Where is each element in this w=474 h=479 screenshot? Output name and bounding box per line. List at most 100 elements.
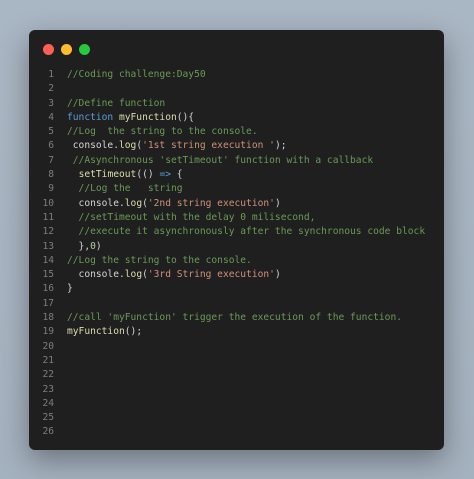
line-number: 21: [42, 354, 54, 366]
code-token-plain: }: [67, 283, 73, 295]
code-token-comment: //Log the string: [67, 183, 183, 195]
line-number: 25: [42, 412, 54, 424]
code-line: 12 //execute it asynchronously after the…: [29, 225, 444, 239]
code-token-plain: console.: [67, 197, 125, 209]
window-controls: [43, 44, 90, 55]
code-line: 10 console.log('2nd string execution'): [29, 197, 444, 211]
code-token-string: '3rd String execution': [147, 269, 275, 281]
line-number: 19: [42, 326, 54, 338]
code-token-plain: },: [67, 240, 91, 252]
code-line: 23: [29, 383, 444, 397]
line-number: 3: [48, 97, 54, 109]
code-text: //Define function: [67, 97, 165, 111]
code-line: 1 //Coding challenge:Day50: [29, 68, 444, 82]
code-line: 2: [29, 82, 444, 96]
code-line: 16}: [29, 282, 444, 296]
code-line: 24: [29, 397, 444, 411]
code-text: //Log the string: [67, 182, 183, 196]
line-number: 23: [42, 383, 54, 395]
code-text: myFunction();: [67, 325, 142, 339]
code-token-keyword: function: [67, 111, 119, 123]
code-text: console.log('1st string execution ');: [67, 139, 287, 153]
code-line: 6 console.log('1st string execution ');: [29, 139, 444, 153]
line-number: 26: [42, 426, 54, 438]
code-line: 17: [29, 297, 444, 311]
line-number: 4: [48, 111, 54, 123]
code-text: //setTimeout with the delay 0 milisecond…: [67, 211, 316, 225]
code-window: 1//Coding challenge:Day50 2 3//Define func…: [29, 30, 444, 450]
code-line: 3 //Define function: [29, 97, 444, 111]
code-token-keyword: =>: [159, 169, 171, 181]
code-text: //Coding challenge:Day50: [67, 68, 206, 82]
line-number: 1: [48, 69, 54, 80]
line-number: 9: [48, 183, 54, 195]
code-line: 20: [29, 340, 444, 354]
code-token-function: log: [124, 269, 143, 281]
code-text: }: [67, 282, 73, 296]
line-number: 13: [42, 240, 54, 252]
code-token-comment: //Coding challenge:Day50: [67, 69, 206, 80]
code-text: //Log the string to the console.: [67, 125, 258, 139]
code-token-comment: //call 'myFunction' trigger the executio…: [67, 312, 403, 324]
line-number: 18: [42, 312, 54, 324]
line-number: 5: [48, 126, 54, 138]
code-token-plain: console.: [67, 269, 125, 281]
line-number: 2: [48, 83, 54, 95]
code-text: console.log('3rd String execution'): [67, 268, 281, 282]
code-token-plain: );: [274, 140, 287, 152]
code-token-string: '1st string execution ': [142, 140, 275, 152]
code-token-plain: ): [274, 269, 281, 281]
line-number: 12: [42, 226, 54, 238]
code-line: 25: [29, 411, 444, 425]
code-line: 15 console.log('3rd String execution'): [29, 268, 444, 282]
code-line: 8 setTimeout(() => {: [29, 168, 444, 182]
line-number: 16: [42, 283, 54, 295]
line-number: 24: [42, 397, 54, 409]
code-text: console.log('2nd string execution'): [67, 197, 281, 211]
code-line: 4 function myFunction(){: [29, 111, 444, 125]
code-line: 9 //Log the string: [29, 182, 444, 196]
code-token-plain: ): [95, 240, 102, 252]
minimize-window-icon[interactable]: [61, 44, 72, 55]
code-editor[interactable]: 1//Coding challenge:Day50 2 3//Define func…: [29, 68, 444, 440]
code-line: 22: [29, 368, 444, 382]
code-token-comment: //execute it asynchronously after the sy…: [67, 226, 426, 238]
code-text: },0): [67, 240, 102, 254]
code-line: 7 //Asynchronous 'setTimeout' function w…: [29, 154, 444, 168]
code-token-function: log: [124, 197, 143, 209]
code-token-plain: ): [274, 197, 281, 209]
code-token-function: log: [118, 140, 137, 152]
close-window-icon[interactable]: [43, 44, 54, 55]
code-token-comment: //Log the string to the console.: [67, 126, 258, 138]
code-token-comment: //Define function: [67, 97, 166, 109]
line-number: 22: [42, 369, 54, 381]
code-token-plain: ((): [136, 169, 160, 181]
code-line: 5 //Log the string to the console.: [29, 125, 444, 139]
line-number: 14: [42, 254, 54, 266]
code-token-comment: //Asynchronous 'setTimeout' function wit…: [67, 154, 374, 166]
code-line: 18 //call 'myFunction' trigger the execut…: [29, 311, 444, 325]
code-text: //Asynchronous 'setTimeout' function wit…: [67, 154, 373, 168]
line-number: 7: [48, 154, 54, 166]
code-token-plain: {: [171, 169, 183, 181]
code-text: setTimeout(() => {: [67, 168, 183, 182]
code-text: //call 'myFunction' trigger the executio…: [67, 311, 402, 325]
code-line: 21: [29, 354, 444, 368]
code-text: //execute it asynchronously after the sy…: [67, 225, 426, 239]
line-number: 15: [42, 269, 54, 281]
code-line: 19 myFunction();: [29, 325, 444, 339]
code-line: 14 //Log the string to the console.: [29, 254, 444, 268]
line-number: 10: [42, 197, 54, 209]
code-token-plain: (){: [176, 111, 195, 123]
code-token-plain: ();: [124, 326, 143, 338]
code-token-function: myFunction: [118, 111, 177, 123]
line-number: 8: [48, 169, 54, 181]
line-number: 17: [42, 297, 54, 309]
code-token-function: setTimeout: [78, 169, 137, 181]
code-text: //Log the string to the console.: [67, 254, 252, 268]
code-token-plain: console.: [67, 140, 119, 152]
line-number: 20: [42, 340, 54, 352]
code-text: function myFunction(){: [67, 111, 194, 125]
maximize-window-icon[interactable]: [79, 44, 90, 55]
line-number: 11: [42, 211, 54, 223]
